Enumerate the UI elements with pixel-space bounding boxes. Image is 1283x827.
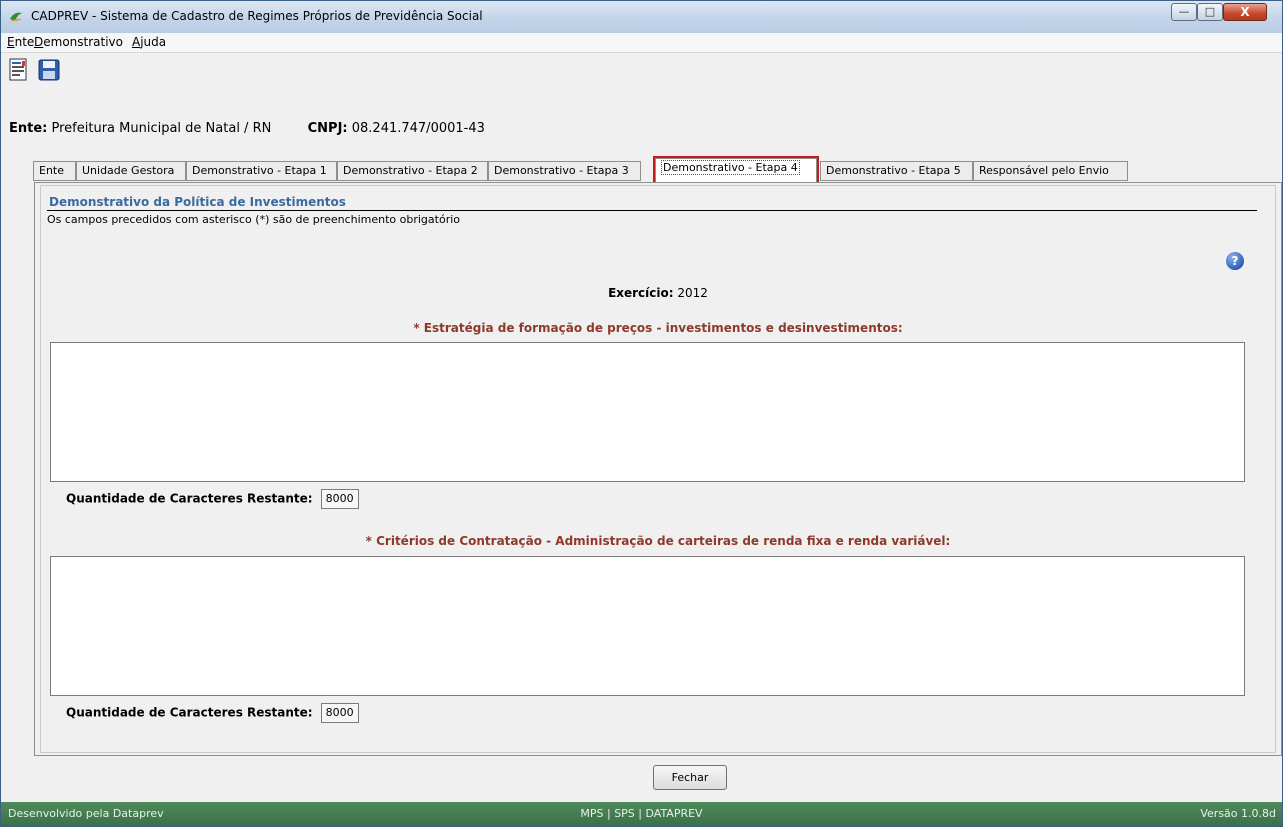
status-org: MPS | SPS | DATAPREV — [580, 807, 703, 820]
ente-info: Ente: Prefeitura Municipal de Natal / RN… — [9, 121, 485, 136]
app-window: CADPREV - Sistema de Cadastro de Regimes… — [0, 0, 1283, 827]
title-bar[interactable]: CADPREV - Sistema de Cadastro de Regimes… — [1, 1, 1282, 33]
maximize-icon: □ — [1204, 5, 1216, 18]
tab-etapa-3[interactable]: Demonstrativo - Etapa 3 — [488, 161, 641, 181]
maximize-button[interactable]: □ — [1197, 3, 1223, 21]
remaining-count-box: 8000 — [320, 489, 359, 509]
tab-etapa-1[interactable]: Demonstrativo - Etapa 1 — [186, 161, 337, 181]
save-icon — [38, 59, 60, 81]
menu-ente[interactable]: Ente — [7, 35, 34, 49]
save-button[interactable] — [37, 57, 61, 83]
menu-ajuda[interactable]: Ajuda — [132, 35, 166, 49]
close-window-button[interactable]: X — [1223, 3, 1267, 21]
exercicio-label: Exercício: — [608, 286, 674, 300]
remaining-count-box: 8000 — [320, 703, 359, 723]
ente-label: Ente: — [9, 121, 48, 136]
menu-demonstrativo[interactable]: Demonstrativo — [34, 35, 123, 49]
minimize-icon: — — [1178, 5, 1190, 18]
ente-value: Prefeitura Municipal de Natal / RN — [51, 121, 272, 136]
estrategia-char-count: Quantidade de Caracteres Restante: 8000 — [66, 489, 359, 509]
remaining-label: Quantidade de Caracteres Restante: — [66, 705, 313, 720]
cnpj-label: CNPJ: — [307, 121, 348, 136]
criterios-textarea[interactable] — [50, 556, 1245, 696]
tab-responsavel[interactable]: Responsável pelo Envio — [973, 161, 1128, 181]
exercicio-value: 2012 — [677, 286, 708, 300]
tab-unidade-gestora[interactable]: Unidade Gestora — [76, 161, 186, 181]
close-icon: X — [1240, 5, 1250, 19]
criterios-char-count: Quantidade de Caracteres Restante: 8000 — [66, 703, 359, 723]
app-logo-icon — [10, 12, 22, 22]
minimize-button[interactable]: — — [1171, 3, 1197, 21]
estrategia-textarea[interactable] — [50, 342, 1245, 482]
tab-panel: Demonstrativo da Política de Investiment… — [34, 182, 1282, 756]
help-icon[interactable]: ? — [1226, 252, 1244, 270]
tab-etapa-2[interactable]: Demonstrativo - Etapa 2 — [337, 161, 488, 181]
tab-etapa-4[interactable]: Demonstrativo - Etapa 4 — [653, 156, 819, 184]
window-title: CADPREV - Sistema de Cadastro de Regimes… — [31, 9, 483, 23]
document-report-icon — [9, 58, 27, 81]
remaining-label: Quantidade de Caracteres Restante: — [66, 491, 313, 506]
section-title: Demonstrativo da Política de Investiment… — [49, 195, 346, 209]
field-criterios-label: * Critérios de Contratação - Administraç… — [365, 534, 951, 548]
status-bar: Desenvolvido pela Dataprev MPS | SPS | D… — [1, 802, 1282, 826]
tab-etapa-5[interactable]: Demonstrativo - Etapa 5 — [820, 161, 973, 181]
exercicio: Exercício: 2012 — [35, 286, 1281, 300]
report-button[interactable] — [7, 57, 31, 83]
section-divider — [47, 210, 1257, 211]
status-version: Versão 1.0.8d — [1200, 807, 1276, 820]
required-fields-note: Os campos precedidos com asterisco (*) s… — [47, 213, 461, 226]
cnpj-value: 08.241.747/0001-43 — [351, 121, 485, 136]
tab-ente[interactable]: Ente — [33, 161, 76, 181]
fechar-button[interactable]: Fechar — [653, 765, 727, 790]
field-estrategia-label: * Estratégia de formação de preços - inv… — [413, 321, 903, 335]
menu-bar: Ente Demonstrativo Ajuda — [1, 33, 1282, 53]
toolbar — [1, 53, 1282, 87]
